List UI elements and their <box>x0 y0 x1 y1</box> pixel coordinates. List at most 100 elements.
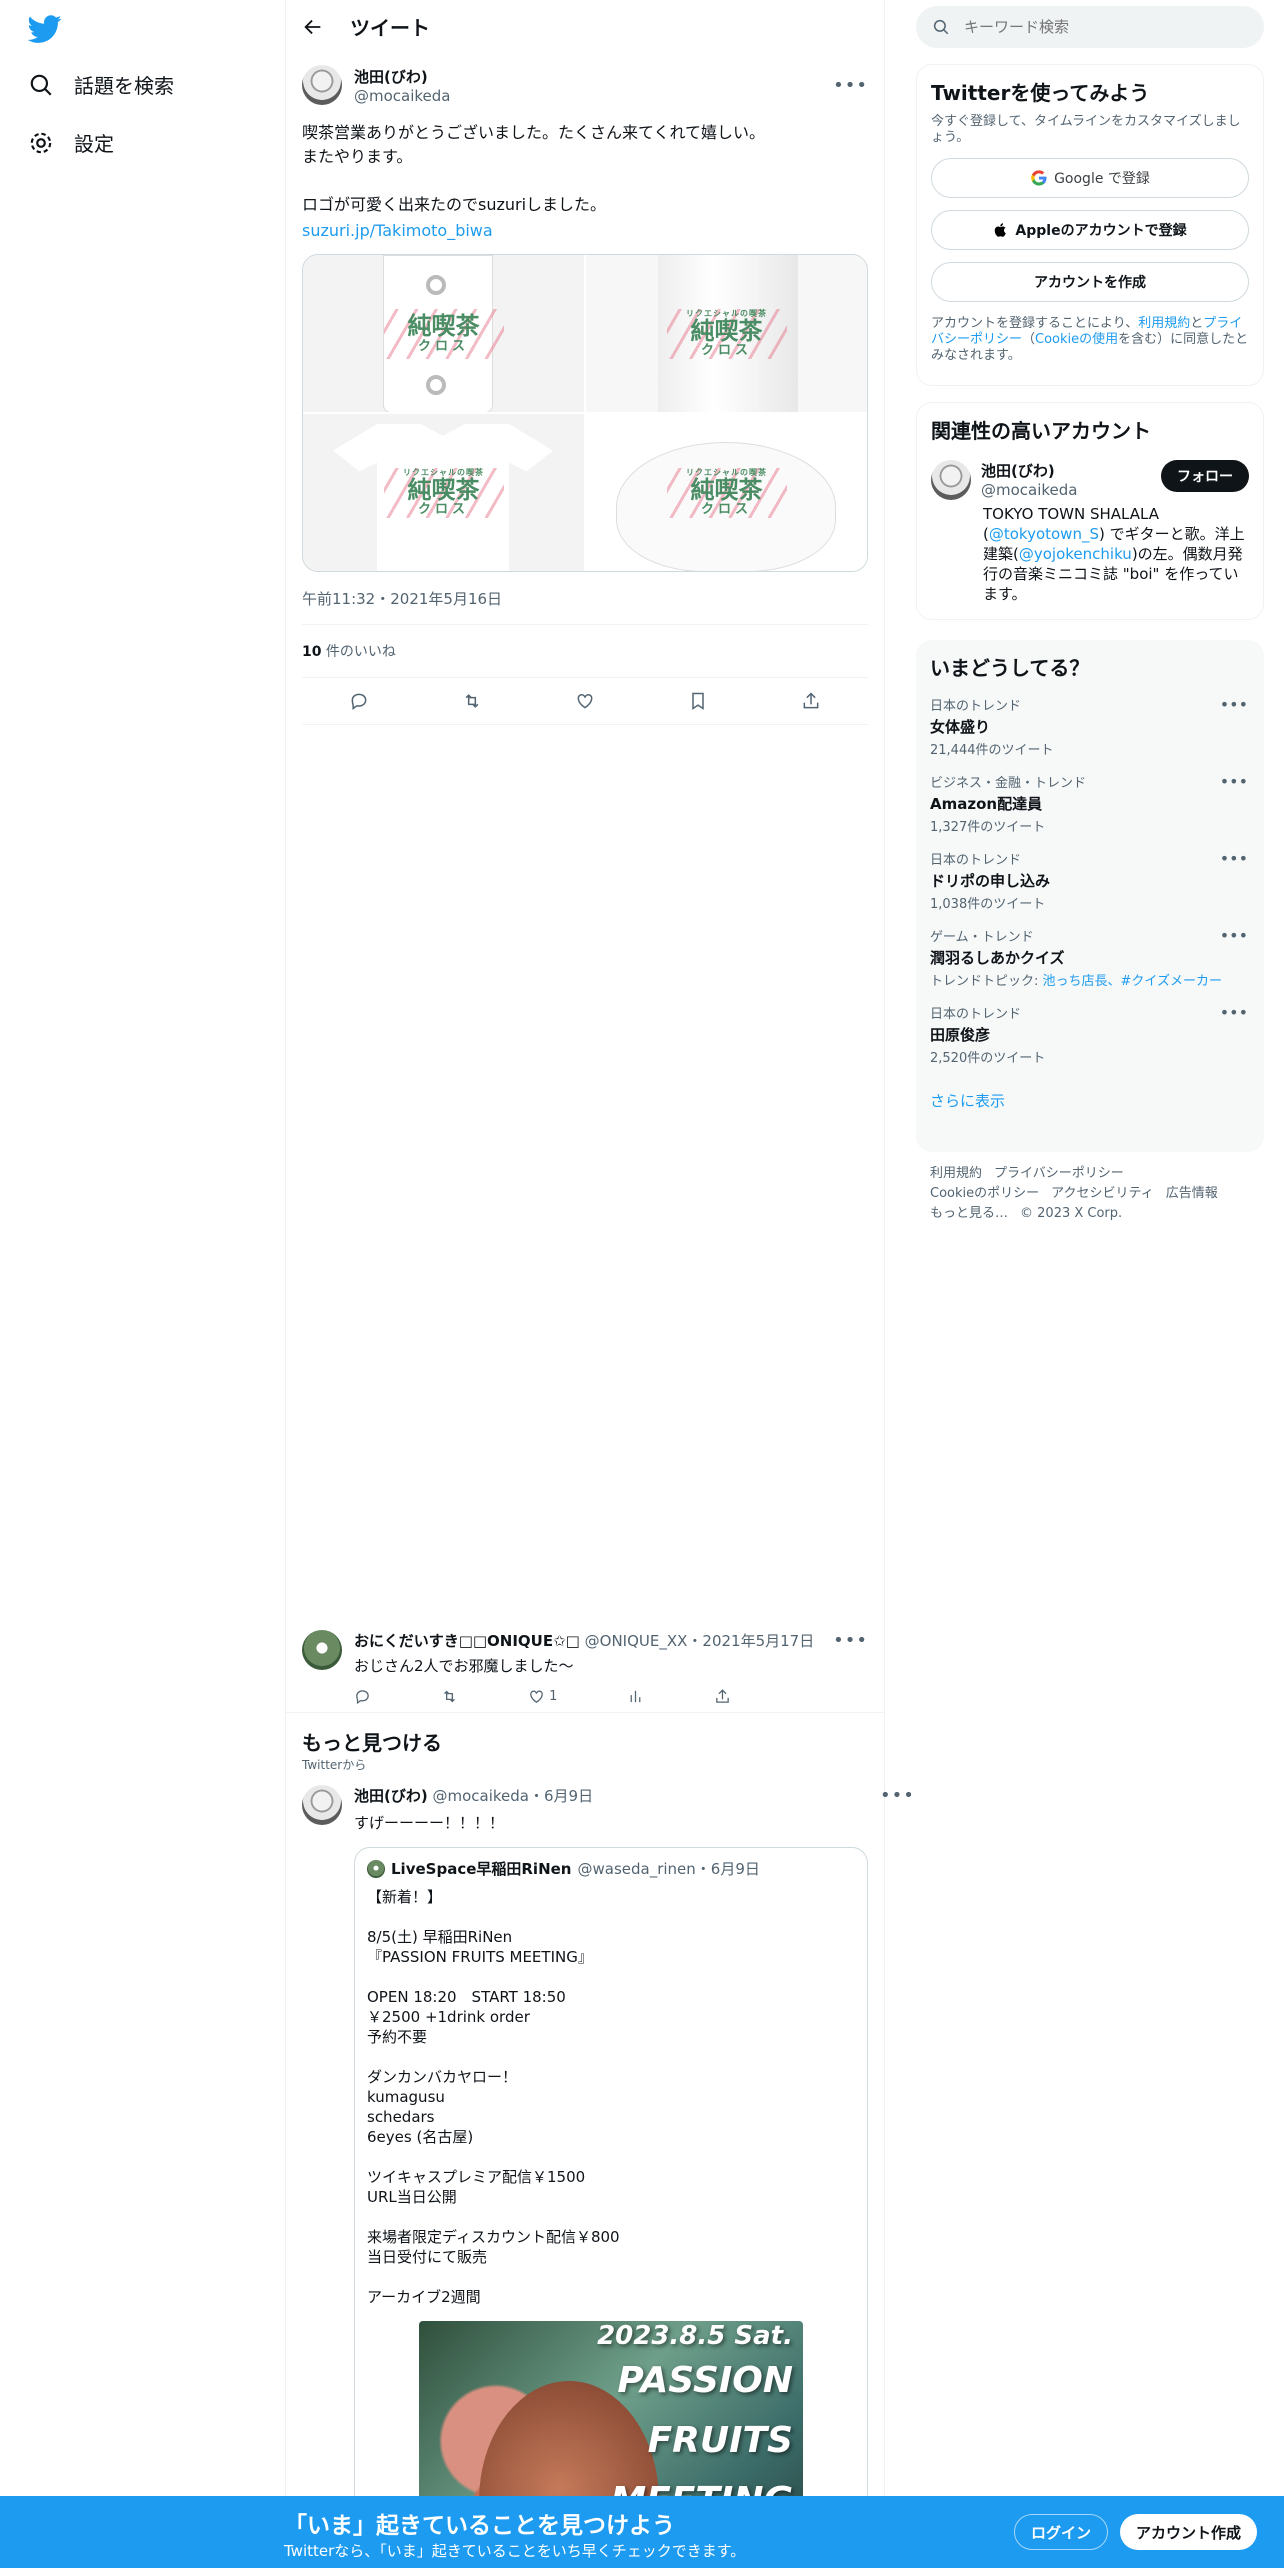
footer-ads[interactable]: 広告情報 <box>1166 1186 1218 1201</box>
reply-handle[interactable]: @ONIQUE_XX・2021年5月17日 <box>585 1632 815 1650</box>
media-tshirt[interactable]: リクエシャルの喫茶 純喫茶 クロス <box>303 414 584 571</box>
back-arrow-icon[interactable] <box>302 16 324 38</box>
author-handle[interactable]: @mocaikeda <box>354 87 821 105</box>
more-options-icon[interactable]: ••• <box>833 1630 868 1676</box>
trend-meta: 日本のトレンド <box>930 699 1022 714</box>
more-options-icon[interactable]: ••• <box>1220 849 1248 868</box>
cookie-link[interactable]: Cookieの使用 <box>1035 332 1118 347</box>
tweet-timestamp[interactable]: 午前11:32・2021年5月16日 <box>302 588 868 608</box>
related-handle[interactable]: @mocaikeda <box>981 481 1151 499</box>
footer-links: 利用規約 プライバシーポリシー Cookieのポリシー アクセシビリティ 広告情報 も… <box>930 1164 1250 1224</box>
discover-tweet[interactable]: 池田(びわ) @mocaikeda・6月9日 すげーーーー！！！！ LiveSp… <box>286 1785 914 2568</box>
trend-topics-links[interactable]: 池っち店長、#クイズメーカー <box>1043 974 1223 989</box>
trend-item[interactable]: ゲーム・トレンド 潤羽るしあかクイズ トレンドトピック: 池っち店長、#クイズメ… <box>930 926 1250 989</box>
trend-meta: 日本のトレンド <box>930 1007 1022 1022</box>
bookmark-icon[interactable] <box>688 691 708 711</box>
trend-item[interactable]: ビジネス・金融・トレンド Amazon配達員 1,327件のツイート ••• <box>930 772 1250 835</box>
trend-meta: ゲーム・トレンド <box>930 930 1034 945</box>
poster-date: 2023.8.5 Sat. <box>597 2321 793 2351</box>
discover-more-header: もっと見つける Twitterから <box>286 1712 884 1787</box>
page-header: ツイート <box>286 0 884 53</box>
trend-topics-label: トレンドトピック: <box>930 974 1043 989</box>
more-options-icon[interactable]: ••• <box>1220 1003 1248 1022</box>
bio-link-2[interactable]: @yojokenchiku <box>1019 545 1132 563</box>
more-options-icon[interactable]: ••• <box>833 75 868 96</box>
like-icon <box>530 1690 543 1703</box>
reply-author-name[interactable]: おにくだいすき□□ONIQUE✩□ <box>354 1632 580 1650</box>
likes-row[interactable]: 10 件のいいね <box>302 625 868 677</box>
more-options-icon[interactable]: ••• <box>1220 926 1248 945</box>
show-more-link[interactable]: さらに表示 <box>930 1090 1250 1111</box>
retweet-icon[interactable] <box>462 691 482 711</box>
nav-explore[interactable]: 話題を検索 <box>28 70 174 99</box>
terms-link[interactable]: 利用規約 <box>1138 316 1190 331</box>
reply-like-count: 1 <box>549 1689 558 1704</box>
tweet2-header: 池田(びわ) @mocaikeda・6月9日 <box>354 1785 868 1806</box>
related-title: 関連性の高いアカウント <box>931 419 1151 443</box>
search-bar[interactable] <box>916 6 1264 48</box>
related-account-row[interactable]: 池田(びわ) @mocaikeda フォロー <box>931 460 1249 500</box>
more-options-icon[interactable]: ••• <box>1220 772 1248 791</box>
footer-terms[interactable]: 利用規約 <box>930 1166 982 1181</box>
bio-link-1[interactable]: @tokyotown_S <box>989 525 1099 543</box>
reply-action-bar: 1 <box>354 1688 868 1705</box>
author-name[interactable]: 池田(びわ) <box>354 66 821 87</box>
media-hat[interactable]: リクエシャルの喫茶 純喫茶 クロス <box>586 414 867 571</box>
create-account-button[interactable]: アカウントを作成 <box>931 262 1249 302</box>
product-logo-big: 純喫茶 <box>690 315 763 345</box>
signup-button[interactable]: アカウント作成 <box>1120 2514 1258 2550</box>
like-icon[interactable] <box>575 691 595 711</box>
reply-tweet[interactable]: おにくだいすき□□ONIQUE✩□ @ONIQUE_XX・2021年5月17日 … <box>286 1620 884 1715</box>
search-icon <box>30 74 52 96</box>
more-options-icon[interactable]: ••• <box>1220 695 1248 714</box>
search-input[interactable] <box>964 18 1234 36</box>
reply-icon[interactable] <box>354 1688 371 1705</box>
login-button[interactable]: ログイン <box>1014 2514 1109 2550</box>
avatar[interactable] <box>931 460 971 500</box>
product-logo-big: 純喫茶 <box>690 474 763 504</box>
discover-subtitle: Twitterから <box>302 1758 367 1772</box>
footer-more[interactable]: もっと見る… <box>930 1206 1008 1221</box>
main-tweet: 池田(びわ) @mocaikeda ••• 喫茶営業ありがとうございました。たく… <box>286 53 884 725</box>
legal-and: と <box>1190 316 1204 331</box>
trend-item[interactable]: 日本のトレンド ドリポの申し込み 1,038件のツイート ••• <box>930 849 1250 912</box>
share-icon[interactable] <box>714 1688 731 1705</box>
footer-cookie[interactable]: Cookieのポリシー <box>930 1186 1039 1201</box>
follow-button[interactable]: フォロー <box>1161 460 1249 492</box>
footer-privacy[interactable]: プライバシーポリシー <box>994 1166 1124 1181</box>
discover-title: もっと見つける <box>302 1731 442 1755</box>
more-options-icon[interactable]: ••• <box>880 1785 915 2568</box>
footer-accessibility[interactable]: アクセシビリティ <box>1051 1186 1154 1201</box>
avatar[interactable] <box>302 65 342 105</box>
main-column: ツイート 池田(びわ) @mocaikeda ••• 喫茶営業ありがとうございま… <box>285 0 914 2568</box>
analytics-icon[interactable] <box>627 1688 644 1705</box>
divider <box>302 724 868 725</box>
tweet-link[interactable]: suzuri.jp/Takimoto_biwa <box>302 221 868 240</box>
search-icon <box>933 19 949 35</box>
share-icon[interactable] <box>801 691 821 711</box>
avatar[interactable] <box>302 1785 342 1825</box>
product-logo-sub: クロス <box>700 501 752 517</box>
tweet2-author-name[interactable]: 池田(びわ) <box>354 1787 428 1805</box>
media-keychain[interactable]: 純喫茶 クロス <box>303 255 584 412</box>
apple-signup-button[interactable]: Appleのアカウントで登録 <box>931 210 1249 250</box>
tweet2-text: すげーーーー！！！！ <box>354 1814 505 1832</box>
reply-like[interactable]: 1 <box>528 1688 557 1705</box>
related-name[interactable]: 池田(びわ) <box>981 460 1151 481</box>
banner-subtitle: Twitterなら、「いま」起きていることをいち早くチェックできます。 <box>284 2542 746 2560</box>
quoted-tweet[interactable]: LiveSpace早稲田RiNen @waseda_rinen・6月9日 【新着… <box>354 1847 868 2568</box>
media-glass[interactable]: リクエシャルの喫茶 純喫茶 クロス <box>586 255 867 412</box>
reply-icon[interactable] <box>349 691 369 711</box>
trend-item[interactable]: 日本のトレンド 女体盛り 21,444件のツイート ••• <box>930 695 1250 758</box>
retweet-icon[interactable] <box>441 1688 458 1705</box>
tweet2-handle[interactable]: @mocaikeda・6月9日 <box>433 1787 594 1805</box>
nav-settings[interactable]: 設定 <box>28 128 114 157</box>
trend-item[interactable]: 日本のトレンド 田原俊彦 2,520件のツイート ••• <box>930 1003 1250 1066</box>
quote-text: 【新着！】 8/5(土) 早稲田RiNen 『PASSION FRUITS ME… <box>367 1888 620 2306</box>
left-navigation: 話題を検索 設定 <box>0 0 285 2568</box>
poster-line1: PASSION <box>617 2360 793 2401</box>
login-banner: 「いま」起きていることを見つけよう Twitterなら、「いま」起きていることを… <box>0 2496 1284 2568</box>
avatar[interactable] <box>302 1630 342 1670</box>
google-signup-button[interactable]: Google で登録 <box>931 158 1249 198</box>
twitter-bird-icon[interactable] <box>28 12 62 46</box>
